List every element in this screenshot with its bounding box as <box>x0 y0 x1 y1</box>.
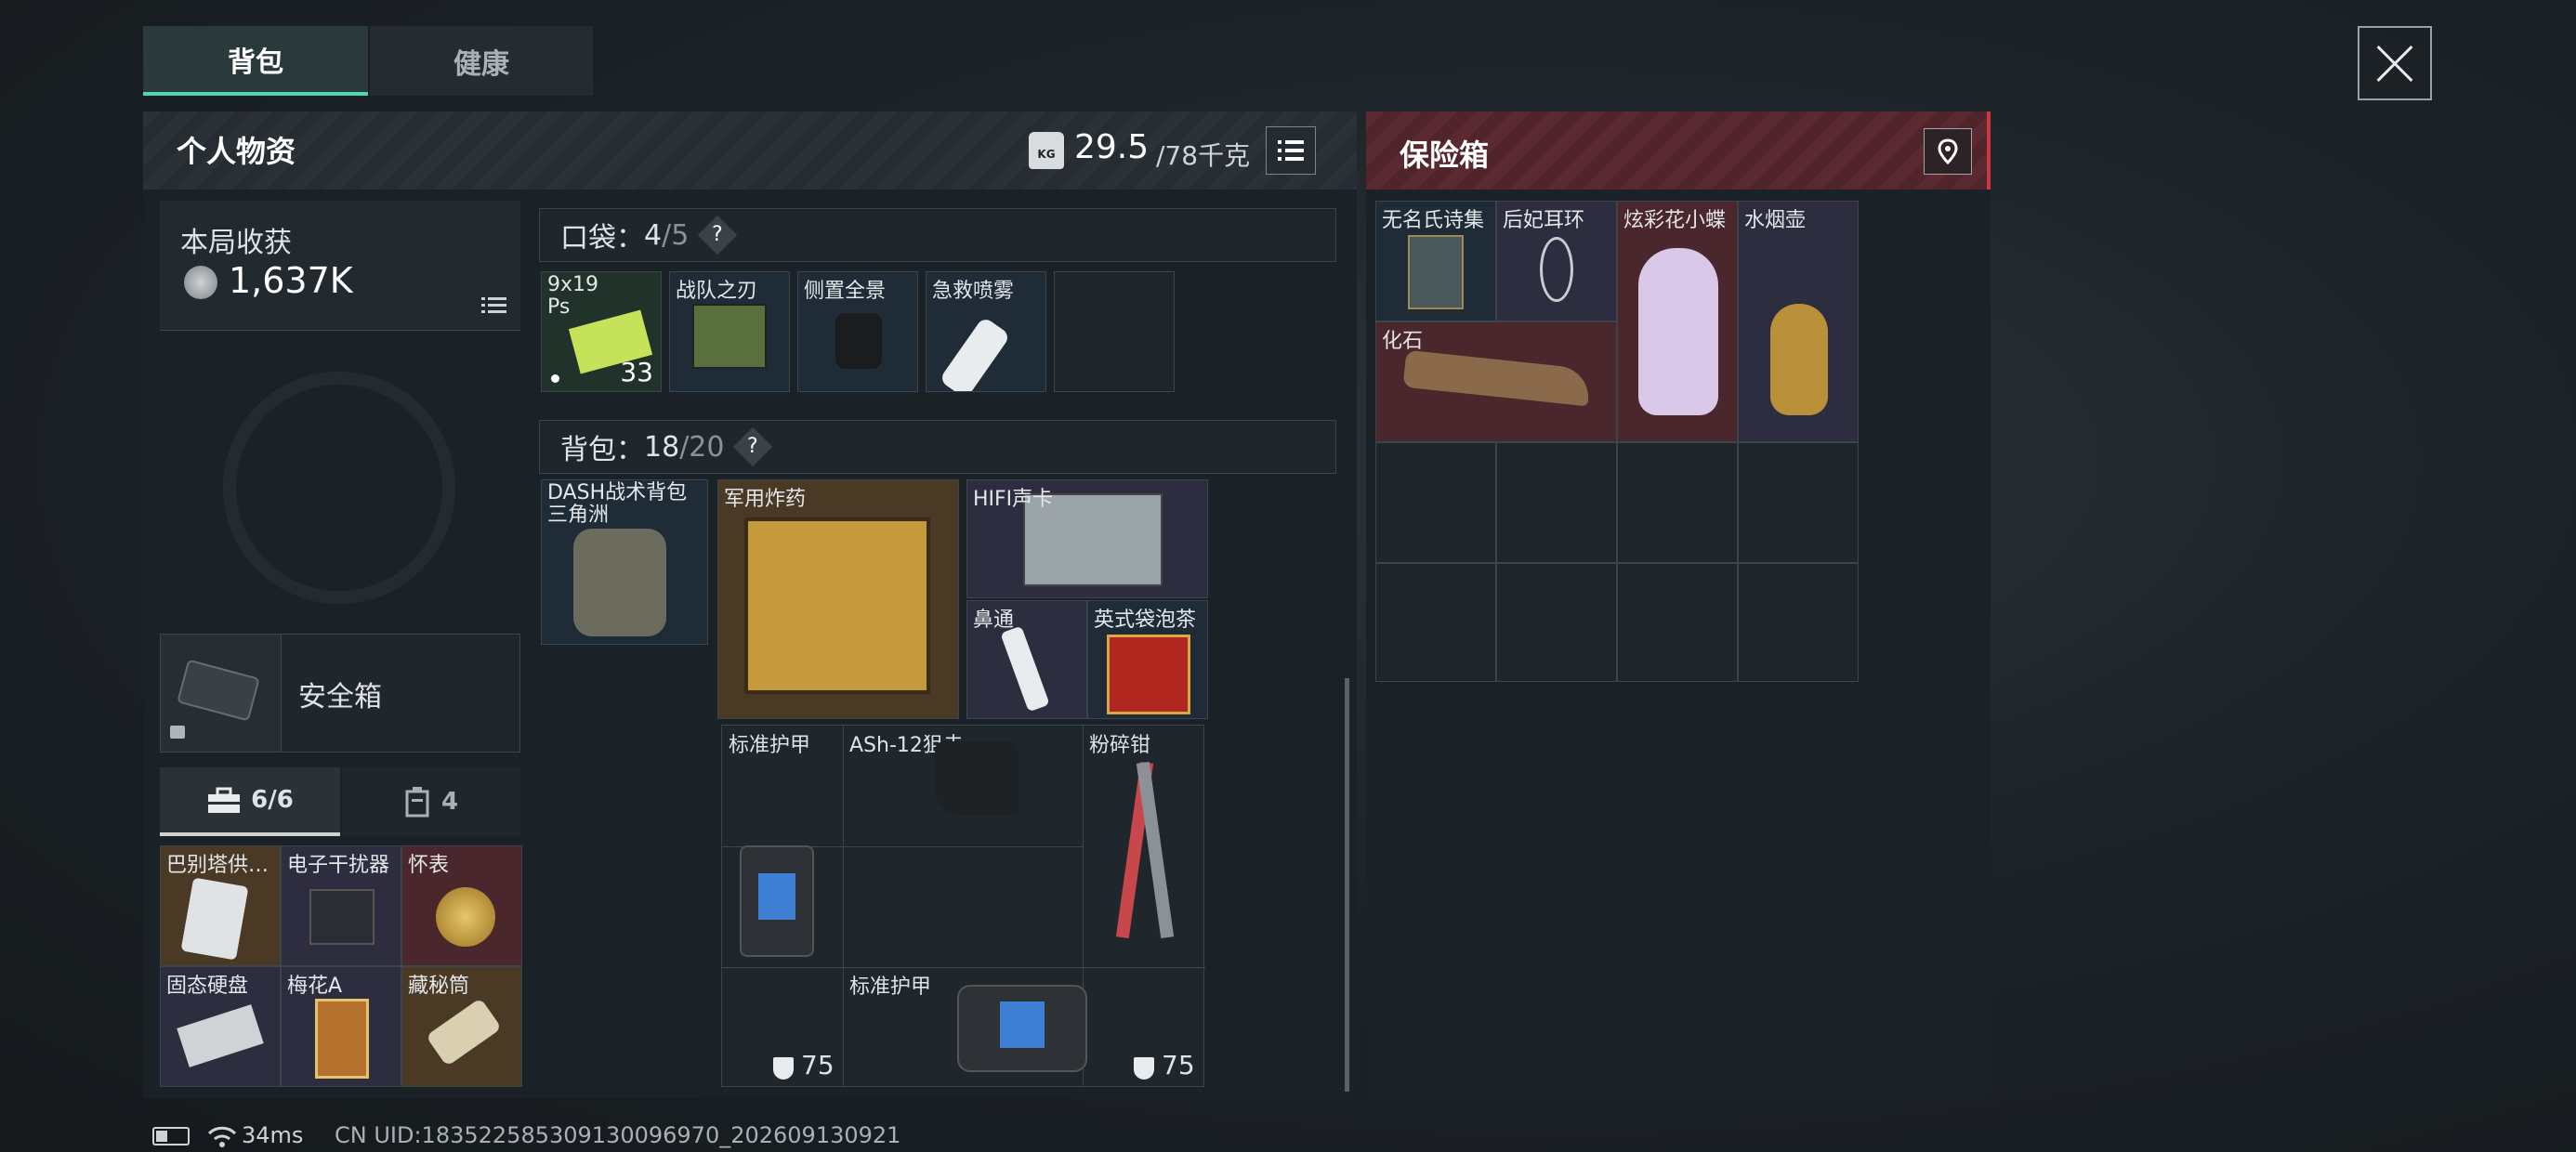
armor-item[interactable]: 标准护甲 75 <box>842 966 1203 1087</box>
wifi-icon <box>207 1126 237 1147</box>
insurance-item[interactable]: 无名氏诗集 <box>1375 201 1496 321</box>
pocket-item[interactable]: 急救喷雾 <box>926 271 1046 392</box>
backpack-max: /20 <box>679 430 725 464</box>
backpack-item[interactable]: 鼻通 <box>966 600 1087 719</box>
weight-max: /78千克 <box>1156 140 1251 171</box>
close-button[interactable] <box>2358 26 2432 100</box>
armor-item[interactable]: 标准护甲 75 <box>721 725 842 1087</box>
backpack-bar: 背包： 18 /20 ? <box>539 420 1336 474</box>
dot-icon <box>551 374 559 383</box>
insurance-item[interactable]: 化石 <box>1375 321 1617 442</box>
ping-value: 34ms <box>242 1122 304 1148</box>
pocket-bar: 口袋： 4 /5 ? <box>539 208 1336 262</box>
pocket-label: 口袋： <box>560 222 644 255</box>
weight-icon: KG <box>1029 132 1064 169</box>
insurance-empty-slot[interactable] <box>1738 442 1859 563</box>
insurance-empty-slot[interactable] <box>1496 563 1617 682</box>
pocket-count: 4 <box>644 218 663 252</box>
earnings-label: 本局收获 <box>180 227 292 259</box>
toolbox-item[interactable]: 电子干扰器 <box>281 845 401 966</box>
armor-durability: 75 <box>1162 1050 1195 1080</box>
backpack-item[interactable]: 军用炸药 <box>717 479 959 719</box>
pocket-item[interactable]: 战队之刃 <box>669 271 790 392</box>
backpack-item[interactable]: HIFI声卡 <box>966 479 1208 598</box>
earnings-list-icon <box>481 297 506 313</box>
insurance-empty-slot[interactable] <box>1617 442 1738 563</box>
toolbox-item[interactable]: 巴别塔供… <box>160 845 281 966</box>
insurance-title: 保险箱 <box>1400 137 1490 173</box>
location-button[interactable] <box>1924 128 1972 175</box>
insurance-empty-slot[interactable] <box>1375 563 1496 682</box>
location-pin-icon <box>1938 138 1958 165</box>
personal-title: 个人物资 <box>177 134 296 169</box>
pocket-empty-slot[interactable] <box>1054 271 1175 392</box>
safe-box-image <box>161 635 282 752</box>
toolbox-icon <box>208 787 241 813</box>
ammo-count: 33 <box>620 357 653 387</box>
pocket-max: /5 <box>662 218 690 252</box>
safe-box-slot[interactable]: 安全箱 <box>160 634 520 753</box>
tab-health-label: 健康 <box>453 47 509 81</box>
lock-icon <box>170 726 185 739</box>
tab-backpack[interactable]: 背包 <box>143 26 368 96</box>
insurance-header: 保险箱 <box>1366 111 1991 190</box>
emblem-watermark <box>223 372 455 604</box>
earnings-card[interactable]: 本局收获 1,637K <box>160 201 520 331</box>
insurance-empty-slot[interactable] <box>1738 563 1859 682</box>
list-view-button[interactable] <box>1266 126 1316 175</box>
backpack-item[interactable]: 英式袋泡茶 <box>1087 600 1208 719</box>
pocket-item[interactable]: 9x19 Ps 33 <box>541 271 662 392</box>
armor-item[interactable]: 粉碎钳 <box>1082 725 1203 966</box>
earnings-value: 1,637K <box>229 260 353 301</box>
scrollbar[interactable] <box>1345 678 1349 1092</box>
safe-box-label: 安全箱 <box>298 681 382 713</box>
coin-icon <box>184 266 217 299</box>
backpack-count: 18 <box>644 430 680 464</box>
subtab-toolbox-label: 6/6 <box>251 786 294 814</box>
insurance-empty-slot[interactable] <box>1375 442 1496 563</box>
insurance-item[interactable]: 炫彩花小蝶 <box>1617 201 1738 442</box>
uid-text: CN UID:1835225853091300969​70_2026091309… <box>335 1122 901 1148</box>
insurance-empty-slot[interactable] <box>1496 442 1617 563</box>
bag-icon <box>405 787 429 818</box>
tab-backpack-label: 背包 <box>228 46 283 79</box>
toolbox-item[interactable]: 怀表 <box>401 845 522 966</box>
list-icon <box>1278 140 1304 161</box>
backpack-label: 背包： <box>560 434 644 466</box>
armor-item[interactable]: ASh-12狙击 <box>842 725 1082 845</box>
insurance-empty-slot[interactable] <box>1617 563 1738 682</box>
armor-durability: 75 <box>801 1050 835 1080</box>
toolbox-item[interactable]: 梅花A <box>281 966 401 1087</box>
personal-header: 个人物资 KG 29.5 /78千克 <box>143 111 1357 190</box>
subtab-toolbox[interactable]: 6/6 <box>160 767 340 836</box>
weight-value: 29.5 <box>1074 128 1150 166</box>
toolbox-item[interactable]: 藏秘筒 <box>401 966 522 1087</box>
backpack-item[interactable]: DASH战术背包 三角洲 <box>541 479 708 645</box>
pocket-item[interactable]: 侧置全景 <box>797 271 918 392</box>
toolbox-item[interactable]: 固态硬盘 <box>160 966 281 1087</box>
insurance-item[interactable]: 后妃耳环 <box>1496 201 1617 321</box>
backpack-help-icon[interactable]: ? <box>733 426 773 467</box>
battery-icon <box>152 1127 190 1145</box>
subtab-bag[interactable]: 4 <box>342 767 520 836</box>
tab-health[interactable]: 健康 <box>370 26 593 96</box>
subtab-bag-label: 4 <box>440 788 459 816</box>
insurance-item[interactable]: 水烟壶 <box>1738 201 1859 442</box>
status-bar: 34ms CN UID:1835225853091300969​70_20260… <box>149 1122 1078 1150</box>
shield-icon <box>1134 1057 1154 1080</box>
shield-icon <box>773 1057 794 1080</box>
pocket-help-icon[interactable]: ? <box>698 215 738 255</box>
